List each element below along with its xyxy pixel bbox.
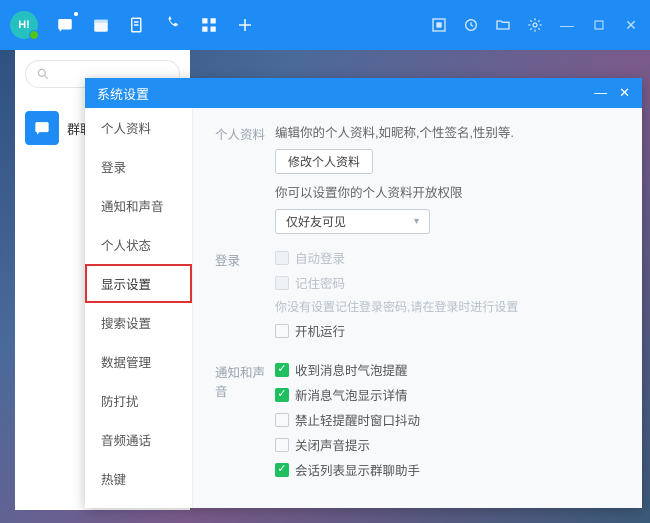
settings-icon[interactable]: [526, 16, 544, 34]
profile-privacy-desc: 你可以设置你的个人资料开放权限: [275, 182, 622, 201]
show-group-assistant-checkbox[interactable]: ✓会话列表显示群聊助手: [275, 460, 622, 479]
sidebar-item-dnd[interactable]: 防打扰: [85, 381, 192, 420]
sidebar-item-profile[interactable]: 个人资料: [85, 108, 192, 147]
no-shake-checkbox[interactable]: 禁止轻提醒时窗口抖动: [275, 410, 622, 429]
section-label-profile: 个人资料: [215, 122, 275, 234]
mute-sound-checkbox[interactable]: 关闭声音提示: [275, 435, 622, 454]
remember-password-checkbox: 记住密码: [275, 273, 622, 292]
chat-icon: [32, 118, 52, 138]
privacy-select-value: 仅好友可见: [286, 213, 346, 230]
profile-desc: 编辑你的个人资料,如昵称,个性签名,性别等.: [275, 122, 622, 141]
sidebar-item-login[interactable]: 登录: [85, 147, 192, 186]
sidebar-item-audio[interactable]: 音频通话: [85, 420, 192, 459]
dialog-titlebar: 系统设置 — ✕: [85, 78, 642, 108]
dialog-body: 个人资料 登录 通知和声音 个人状态 显示设置 搜索设置 数据管理 防打扰 音频…: [85, 108, 642, 508]
section-label-login: 登录: [215, 248, 275, 346]
phone-icon[interactable]: [164, 16, 182, 34]
sidebar-item-notifications[interactable]: 通知和声音: [85, 186, 192, 225]
titlebar: H! — ✕: [0, 0, 650, 50]
privacy-select[interactable]: 仅好友可见 ▾: [275, 209, 430, 234]
self-avatar[interactable]: H!: [10, 11, 38, 39]
window-maximize-icon[interactable]: [590, 16, 608, 34]
settings-dialog: 系统设置 — ✕ 个人资料 登录 通知和声音 个人状态 显示设置 搜索设置 数据…: [85, 78, 642, 508]
edit-profile-button[interactable]: 修改个人资料: [275, 149, 373, 174]
sidebar-item-data[interactable]: 数据管理: [85, 342, 192, 381]
bubble-detail-checkbox[interactable]: ✓新消息气泡显示详情: [275, 385, 622, 404]
settings-sidebar: 个人资料 登录 通知和声音 个人状态 显示设置 搜索设置 数据管理 防打扰 音频…: [85, 108, 193, 508]
sidebar-item-search[interactable]: 搜索设置: [85, 303, 192, 342]
contact-avatar: [25, 111, 59, 145]
history-icon[interactable]: [462, 16, 480, 34]
screenshot-icon[interactable]: [430, 16, 448, 34]
apps-icon[interactable]: [200, 16, 218, 34]
start-on-boot-checkbox[interactable]: 开机运行: [275, 321, 622, 340]
sidebar-item-status[interactable]: 个人状态: [85, 225, 192, 264]
calendar-icon[interactable]: [92, 16, 110, 34]
auto-login-checkbox: 自动登录: [275, 248, 622, 267]
dialog-minimize-icon[interactable]: —: [594, 85, 607, 101]
sidebar-item-security[interactable]: 安全: [85, 498, 192, 508]
login-note: 你没有设置记住登录密码,请在登录时进行设置: [275, 298, 622, 315]
add-icon[interactable]: [236, 16, 254, 34]
files-icon[interactable]: [128, 16, 146, 34]
bubble-notify-checkbox[interactable]: ✓收到消息时气泡提醒: [275, 360, 622, 379]
folder-icon[interactable]: [494, 16, 512, 34]
sidebar-item-display[interactable]: 显示设置: [85, 264, 192, 303]
chevron-down-icon: ▾: [414, 216, 419, 227]
settings-content: 个人资料 编辑你的个人资料,如昵称,个性签名,性别等. 修改个人资料 你可以设置…: [193, 108, 642, 508]
section-label-notify: 通知和声音: [215, 360, 275, 485]
search-icon: [36, 67, 50, 81]
dialog-close-icon[interactable]: ✕: [619, 85, 630, 101]
sidebar-item-hotkeys[interactable]: 热键: [85, 459, 192, 498]
messages-icon[interactable]: [56, 16, 74, 34]
window-close-icon[interactable]: ✕: [622, 16, 640, 34]
window-minimize-icon[interactable]: —: [558, 16, 576, 34]
dialog-title-text: 系统设置: [97, 84, 149, 103]
